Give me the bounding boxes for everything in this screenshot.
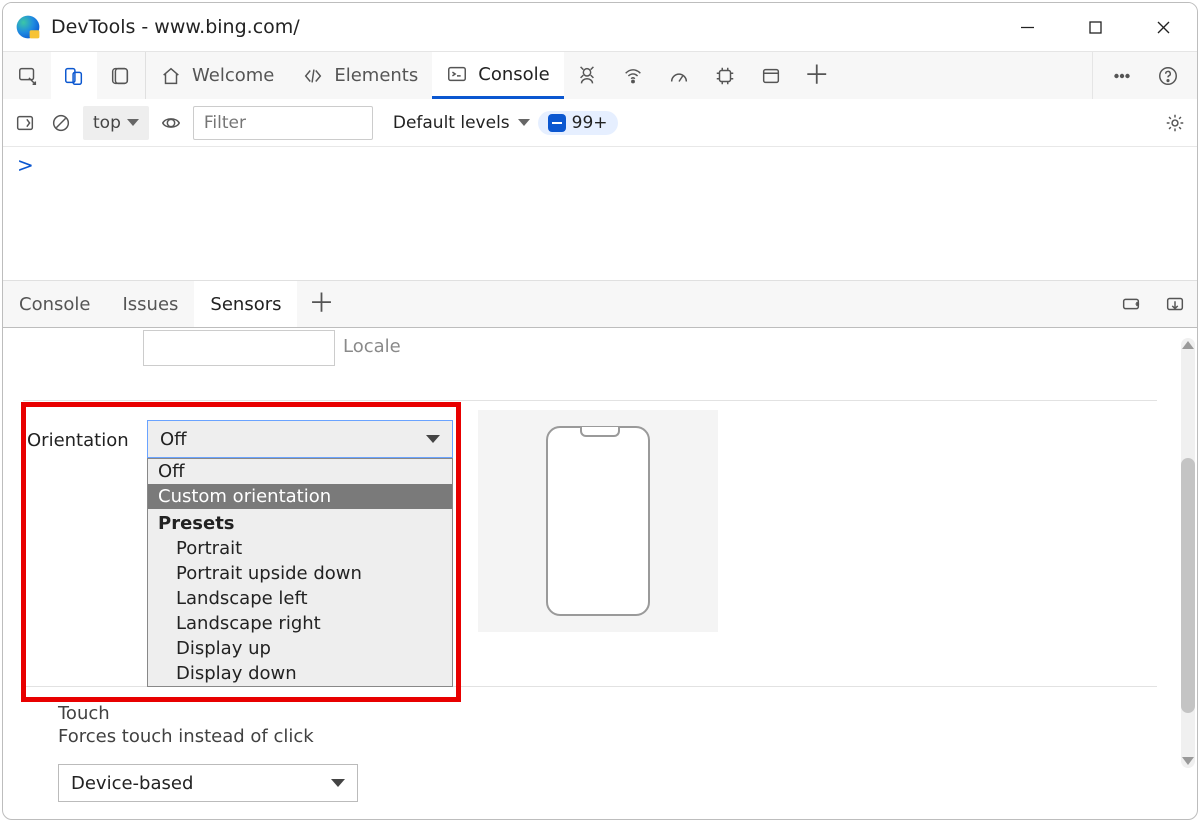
window-controls [993, 3, 1197, 51]
application-icon[interactable] [748, 52, 794, 100]
scroll-up-icon[interactable] [1181, 338, 1195, 352]
phone-icon [546, 426, 650, 616]
drawer-add-tab[interactable]: ＋ [297, 281, 345, 327]
issues-badge[interactable]: 99+ [538, 111, 618, 135]
titlebar: DevTools - www.bing.com/ [3, 3, 1197, 51]
orientation-option-landscape-right[interactable]: Landscape right [148, 611, 452, 636]
locale-input[interactable] [143, 330, 335, 366]
log-levels-selector[interactable]: Default levels [393, 113, 530, 133]
close-button[interactable] [1129, 3, 1197, 51]
more-menu-icon[interactable] [1099, 52, 1145, 100]
orientation-select[interactable]: Off [147, 420, 453, 458]
drawer-tab-console-label: Console [19, 294, 90, 315]
chevron-down-icon [331, 779, 345, 787]
edge-logo-icon [15, 14, 41, 40]
orientation-group-presets: Presets [148, 509, 452, 536]
scroll-thumb[interactable] [1181, 458, 1195, 713]
orientation-option-display-up[interactable]: Display up [148, 636, 452, 661]
tab-welcome-label: Welcome [192, 65, 274, 86]
code-icon [302, 65, 324, 87]
touch-mode-select[interactable]: Device-based [58, 764, 358, 802]
inspect-element-icon[interactable] [5, 52, 51, 100]
tab-elements[interactable]: Elements [288, 52, 432, 99]
orientation-option-display-down[interactable]: Display down [148, 661, 452, 686]
drawer-tab-sensors-label: Sensors [210, 294, 281, 315]
window-title: DevTools - www.bing.com/ [51, 16, 300, 38]
drawer-tab-console[interactable]: Console [3, 281, 106, 327]
tab-welcome[interactable]: Welcome [146, 52, 288, 99]
orientation-option-portrait-upside[interactable]: Portrait upside down [148, 561, 452, 586]
orientation-option-custom[interactable]: Custom orientation [148, 484, 452, 509]
home-icon [160, 65, 182, 87]
orientation-dropdown: Off Custom orientation Presets Portrait … [147, 458, 453, 687]
help-icon[interactable] [1145, 52, 1191, 100]
minimize-button[interactable] [993, 3, 1061, 51]
orientation-value: Off [160, 429, 187, 450]
drawer-tab-issues[interactable]: Issues [106, 281, 194, 327]
orientation-option-off[interactable]: Off [148, 459, 452, 484]
device-toggle-icon[interactable] [51, 52, 97, 100]
chevron-down-icon [426, 435, 440, 443]
devtools-window: DevTools - www.bing.com/ Welcome Elemen [2, 2, 1198, 820]
clear-console-icon[interactable] [47, 109, 75, 137]
tab-console[interactable]: Console [432, 52, 563, 99]
issue-count: 99+ [572, 113, 608, 133]
drawer-tab-issues-label: Issues [122, 294, 178, 315]
issue-icon [548, 114, 566, 132]
console-icon [446, 63, 468, 85]
orientation-preview [478, 410, 718, 632]
sensors-panel: Locale Orientation Off Off Custom orient… [3, 328, 1197, 805]
orientation-option-portrait[interactable]: Portrait [148, 536, 452, 561]
context-label: top [93, 113, 121, 133]
live-expression-icon[interactable] [157, 109, 185, 137]
scroll-down-icon[interactable] [1181, 754, 1195, 768]
drawer-tabs: Console Issues Sensors ＋ [3, 280, 1197, 328]
performance-icon[interactable] [656, 52, 702, 100]
divider [23, 400, 1157, 401]
memory-icon[interactable] [702, 52, 748, 100]
screencast-icon[interactable] [97, 52, 143, 100]
maximize-button[interactable] [1061, 3, 1129, 51]
locale-label: Locale [343, 336, 401, 357]
console-prompt: > [17, 153, 34, 177]
levels-label: Default levels [393, 113, 510, 133]
tab-console-label: Console [478, 64, 549, 85]
more-tabs-plus[interactable]: ＋ [794, 52, 840, 100]
main-toolbar: Welcome Elements Console ＋ [3, 51, 1197, 99]
scrollbar[interactable] [1181, 338, 1195, 768]
touch-label: Touch [58, 703, 110, 724]
chevron-down-icon [127, 119, 139, 126]
inspect-device-group [3, 52, 146, 99]
chevron-down-icon [518, 119, 530, 126]
console-body[interactable]: > [3, 147, 1197, 280]
drawer-collapse-icon[interactable] [1153, 281, 1197, 327]
sources-icon[interactable] [564, 52, 610, 100]
drawer-tab-sensors[interactable]: Sensors [194, 281, 297, 327]
orientation-option-landscape-left[interactable]: Landscape left [148, 586, 452, 611]
console-filterbar: top Default levels 99+ [3, 99, 1197, 147]
touch-description: Forces touch instead of click [58, 726, 314, 747]
context-selector[interactable]: top [83, 106, 149, 140]
phone-notch [580, 427, 620, 437]
console-settings-icon[interactable] [1161, 109, 1189, 137]
toggle-sidebar-icon[interactable] [11, 109, 39, 137]
touch-mode-value: Device-based [71, 773, 193, 794]
drawer-expand-icon[interactable] [1109, 281, 1153, 327]
network-icon[interactable] [610, 52, 656, 100]
orientation-label: Orientation [27, 430, 129, 451]
filter-input[interactable] [193, 106, 373, 140]
tab-elements-label: Elements [334, 65, 418, 86]
